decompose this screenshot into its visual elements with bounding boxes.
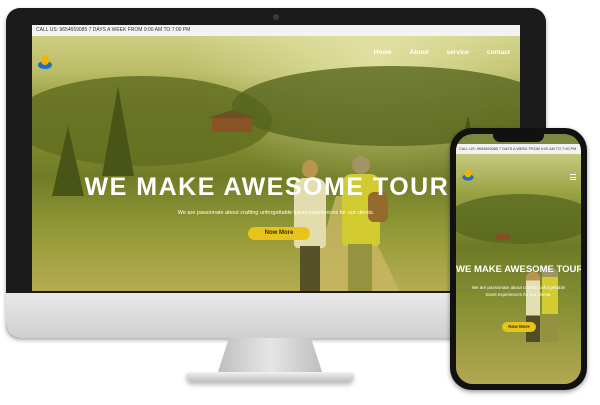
phone-notch	[493, 134, 544, 142]
know-more-button[interactable]: Now More	[248, 227, 310, 240]
mobile-contact-bar: CALL US: 9654659085 7 DAYS A WEEK FROM 9…	[456, 144, 581, 154]
main-nav: Home About service contact	[374, 49, 510, 56]
hero-overlay	[32, 36, 520, 291]
contact-bar: CALL US: 9654659085 7 DAYS A WEEK FROM 9…	[32, 25, 520, 36]
monitor-base	[186, 372, 354, 382]
mobile-screen: CALL US: 9654659085 7 DAYS A WEEK FROM 9…	[456, 134, 581, 384]
nav-item-home[interactable]: Home	[374, 49, 392, 56]
mobile-phone: CALL US: 9654659085 7 DAYS A WEEK FROM 9…	[450, 128, 587, 390]
mobile-hero-title: WE MAKE AWESOME TOURS	[456, 264, 581, 275]
desktop-screen: CALL US: 9654659085 7 DAYS A WEEK FROM 9…	[32, 25, 520, 291]
mobile-know-more-button[interactable]: Now More	[502, 322, 536, 332]
logo-icon[interactable]	[38, 55, 52, 69]
hero-subtitle: We are passionate about crafting unforge…	[177, 210, 375, 216]
nav-item-contact[interactable]: contact	[487, 49, 510, 56]
hero-title: WE MAKE AWESOME TOURS	[84, 173, 468, 201]
nav-item-service[interactable]: service	[446, 49, 468, 56]
hamburger-menu-icon[interactable]	[570, 174, 576, 182]
nav-item-about[interactable]: About	[410, 49, 429, 56]
webcam-icon	[273, 14, 279, 20]
mobile-logo-icon[interactable]	[462, 169, 474, 181]
mobile-hero-subtitle: We are passionate about crafting unforge…	[471, 285, 566, 297]
